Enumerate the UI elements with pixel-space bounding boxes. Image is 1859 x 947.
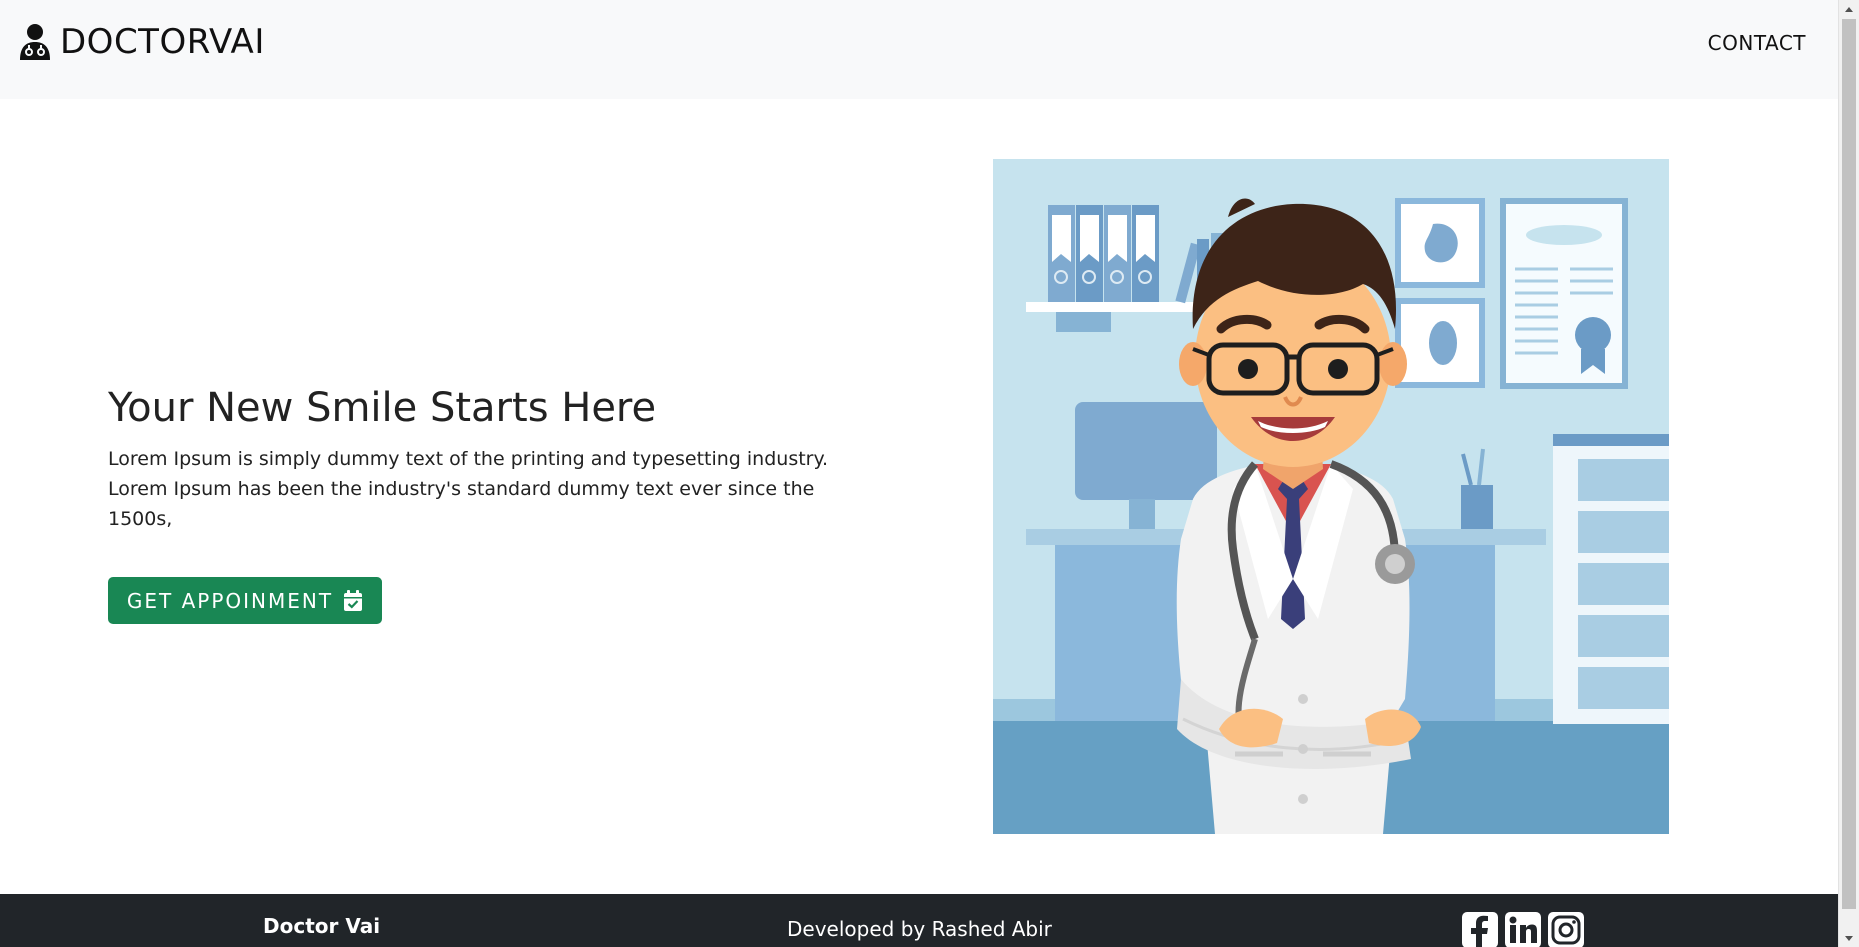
- brand-name: DOCTORVAI: [60, 22, 265, 62]
- navbar: DOCTORVAI CONTACT: [0, 0, 1838, 99]
- scroll-down-arrow-icon[interactable]: [1839, 930, 1859, 947]
- cta-label: GET APPOINMENT: [126, 588, 334, 613]
- doctor-icon: [20, 24, 50, 60]
- linkedin-icon: [1505, 912, 1541, 947]
- vertical-scrollbar[interactable]: [1838, 0, 1859, 947]
- scroll-up-arrow-icon[interactable]: [1839, 0, 1859, 17]
- scrollbar-thumb[interactable]: [1842, 19, 1856, 909]
- facebook-link[interactable]: [1462, 912, 1498, 947]
- footer: Doctor Vai Developed by Rashed Abir: [0, 894, 1838, 947]
- footer-brand: Doctor Vai: [263, 914, 381, 938]
- calendar-check-icon: [344, 589, 363, 611]
- brand-link[interactable]: DOCTORVAI: [18, 21, 265, 63]
- instagram-icon: [1548, 912, 1584, 947]
- hero-description: Lorem Ipsum is simply dummy text of the …: [108, 448, 829, 530]
- hero-text: Your New Smile Starts Here Lorem Ipsum i…: [108, 384, 868, 534]
- get-appointment-button[interactable]: GET APPOINMENT: [108, 577, 382, 624]
- linkedin-link[interactable]: [1505, 912, 1541, 947]
- doctor-illustration: [993, 159, 1669, 834]
- facebook-icon: [1462, 912, 1498, 947]
- footer-developer-credit: Developed by Rashed Abir: [787, 917, 1052, 941]
- page: DOCTORVAI CONTACT Your New Smile Starts …: [0, 0, 1859, 947]
- nav-contact-link[interactable]: CONTACT: [1708, 31, 1806, 55]
- hero-title: Your New Smile Starts Here: [108, 385, 657, 431]
- instagram-link[interactable]: [1548, 912, 1584, 947]
- social-links: [1462, 912, 1584, 947]
